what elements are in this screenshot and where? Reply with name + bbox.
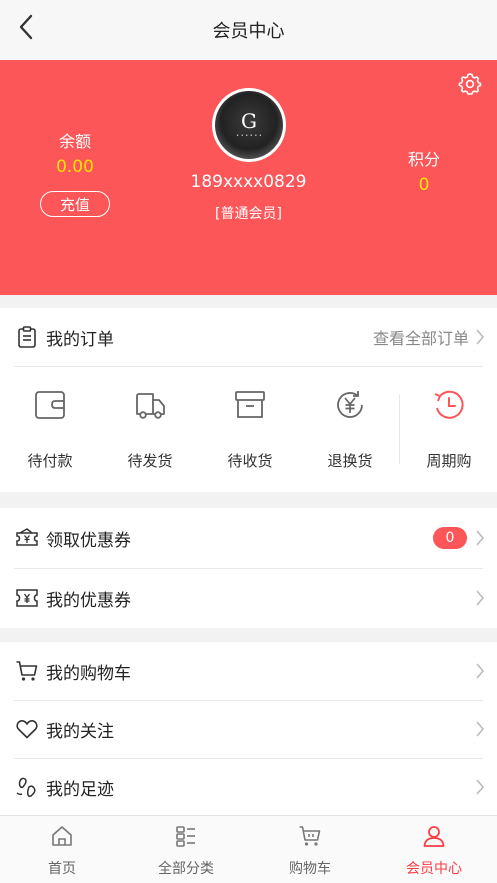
- shortcuts-card: 我的购物车 我的关注 我的足迹: [0, 642, 497, 817]
- user-icon: [423, 826, 445, 847]
- status-subscription[interactable]: 周期购: [399, 368, 497, 492]
- tab-bar: 首页 全部分类 购物车 会员中心: [0, 815, 497, 883]
- order-status-grid: 待付款 待发货 待收货 退换货 周期购: [0, 368, 497, 492]
- category-icon: [176, 826, 195, 847]
- balance-label: 余额: [58, 132, 91, 151]
- truck-icon: [136, 393, 165, 419]
- status-pending-receipt[interactable]: 待收货: [200, 368, 300, 492]
- my-coupons-label: 我的优惠券: [46, 590, 131, 611]
- orders-card: 我的订单 查看全部订单 待付款 待发货 待收货 退换货 周期购: [0, 308, 497, 492]
- points-label: 积分: [407, 150, 440, 169]
- gear-icon: [458, 73, 482, 95]
- page-title: 会员中心: [212, 21, 285, 42]
- tab-member-center[interactable]: 会员中心: [372, 816, 496, 883]
- chevron-right-icon: [476, 779, 485, 795]
- tab-home[interactable]: 首页: [0, 816, 124, 883]
- tab-cart[interactable]: 购物车: [248, 816, 372, 883]
- chevron-right-icon: [476, 721, 485, 737]
- chevron-right-icon: [476, 590, 485, 606]
- coupon-icon: [16, 589, 38, 607]
- avatar[interactable]: G • • • • • •: [212, 88, 286, 162]
- footprint-icon: [16, 777, 36, 798]
- my-coupons-row[interactable]: 我的优惠券: [0, 568, 497, 628]
- my-cart-row[interactable]: 我的购物车: [0, 642, 497, 700]
- wallet-icon: [35, 391, 65, 419]
- orders-title: 我的订单: [46, 329, 114, 350]
- navbar: 会员中心: [0, 0, 497, 60]
- back-button[interactable]: [12, 12, 40, 42]
- status-pending-shipment[interactable]: 待发货: [100, 368, 200, 492]
- member-level: [普通会员]: [215, 206, 282, 222]
- avatar-image: G • • • • • •: [215, 91, 283, 159]
- chevron-right-icon: [476, 663, 485, 679]
- chevron-right-icon: [476, 329, 485, 345]
- claim-count-badge: 0: [433, 527, 467, 549]
- claim-coupons-row[interactable]: 领取优惠券 0: [0, 508, 497, 568]
- status-pending-payment[interactable]: 待付款: [0, 368, 100, 492]
- my-cart-label: 我的购物车: [46, 663, 131, 684]
- yen-return-icon: [337, 391, 363, 418]
- claim-coupons-label: 领取优惠券: [46, 530, 131, 551]
- chevron-left-icon: [19, 14, 33, 40]
- tab-categories[interactable]: 全部分类: [124, 816, 248, 883]
- cart-icon: [299, 826, 321, 846]
- coupon-claim-icon: [16, 528, 38, 546]
- home-icon: [52, 826, 72, 846]
- clock-cycle-icon: [434, 390, 464, 419]
- chevron-right-icon: [476, 530, 485, 546]
- settings-button[interactable]: [458, 72, 482, 96]
- status-returns[interactable]: 退换货: [300, 368, 400, 492]
- my-follow-label: 我的关注: [46, 721, 114, 742]
- divider: [14, 366, 483, 367]
- points-value: 0: [418, 175, 430, 195]
- orders-header-row[interactable]: 我的订单 查看全部订单: [0, 308, 497, 366]
- my-history-row[interactable]: 我的足迹: [0, 758, 497, 816]
- box-icon: [235, 391, 265, 418]
- my-follow-row[interactable]: 我的关注: [0, 700, 497, 758]
- view-all-orders-link[interactable]: 查看全部订单: [373, 325, 469, 349]
- cart-icon: [16, 661, 38, 681]
- profile-header: 余额 0.00 充值 G • • • • • • 189xxxx0829 [普通…: [0, 60, 497, 295]
- coupons-card: 领取优惠券 0 我的优惠券: [0, 508, 497, 628]
- clipboard-icon: [18, 326, 36, 348]
- heart-icon: [16, 719, 38, 739]
- my-history-label: 我的足迹: [46, 779, 114, 800]
